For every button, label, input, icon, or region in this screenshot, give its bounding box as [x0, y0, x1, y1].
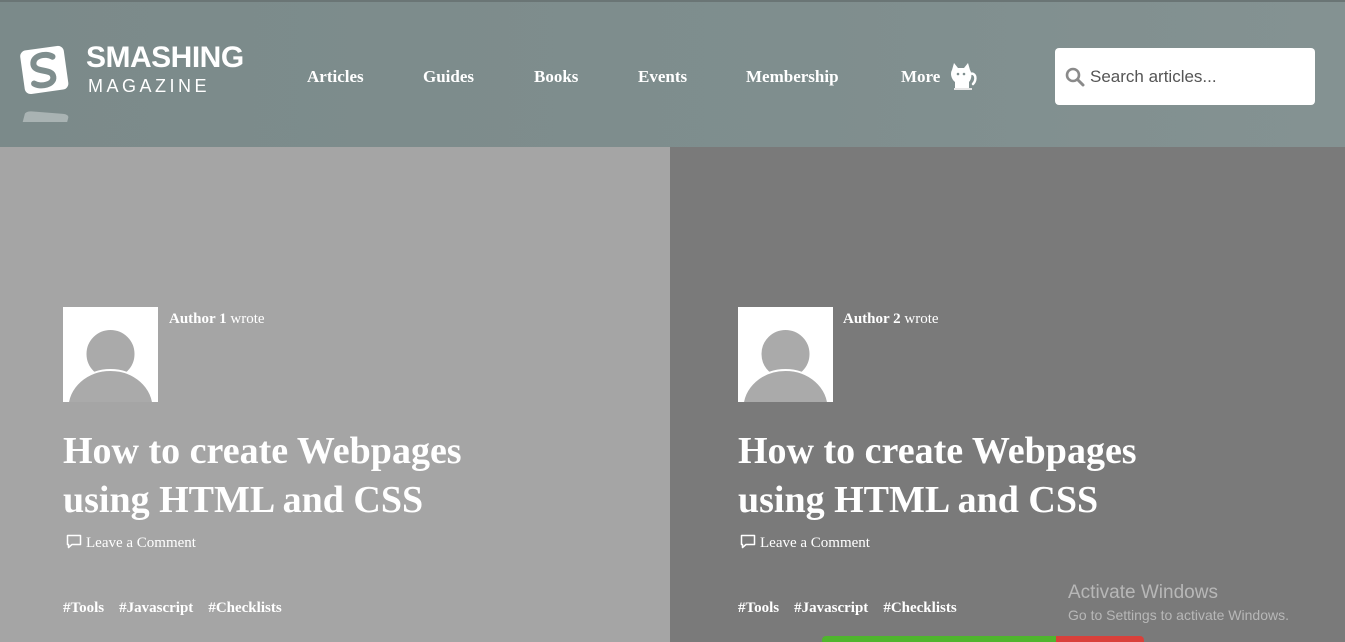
tag-checklists[interactable]: #Checklists [208, 600, 281, 616]
tag-list: #Tools #Javascript #Checklists [63, 599, 293, 617]
author-wrote: wrote [904, 311, 939, 327]
search-input[interactable] [1090, 48, 1310, 105]
tag-javascript[interactable]: #Javascript [794, 600, 868, 616]
logo-wordmark-bottom: MAGAZINE [88, 76, 211, 96]
author-line: Author 2 wrote [843, 311, 939, 328]
search-icon [1065, 67, 1085, 87]
leave-comment-link[interactable]: Leave a Comment [66, 534, 196, 552]
nav-item-events[interactable]: Events [638, 66, 687, 88]
activate-windows-title: Activate Windows [1068, 582, 1218, 603]
search-box[interactable] [1055, 48, 1315, 105]
tag-checklists[interactable]: #Checklists [883, 600, 956, 616]
site-header: SMASHING MAGAZINE Articles Guides Books … [0, 0, 1345, 147]
article-title[interactable]: How to create Webpages using HTML and CS… [738, 427, 1208, 525]
avatar-placeholder-icon [742, 328, 829, 402]
bottom-banner-green[interactable] [822, 636, 1056, 642]
smashing-logo-icon [20, 45, 69, 122]
nav-item-more[interactable]: More [901, 66, 940, 88]
author-avatar [63, 307, 158, 402]
site-logo[interactable]: SMASHING MAGAZINE [18, 42, 258, 122]
bottom-banner-red[interactable] [1056, 636, 1144, 642]
comment-label: Leave a Comment [760, 535, 870, 551]
author-line: Author 1 wrote [169, 311, 265, 328]
nav-item-books[interactable]: Books [534, 66, 578, 88]
article-card[interactable]: Author 2 wrote How to create Webpages us… [670, 147, 1345, 642]
author-name[interactable]: Author 2 [843, 311, 901, 327]
tag-tools[interactable]: #Tools [738, 600, 779, 616]
article-title[interactable]: How to create Webpages using HTML and CS… [63, 427, 533, 525]
author-wrote: wrote [230, 311, 265, 327]
logo-wordmark-top: SMASHING [86, 41, 244, 74]
nav-item-articles[interactable]: Articles [307, 66, 364, 88]
tag-tools[interactable]: #Tools [63, 600, 104, 616]
nav-item-membership[interactable]: Membership [746, 66, 839, 88]
cat-mascot-icon[interactable] [946, 60, 978, 92]
avatar-placeholder-icon [67, 328, 154, 402]
author-name[interactable]: Author 1 [169, 311, 227, 327]
activate-windows-subtitle: Go to Settings to activate Windows. [1068, 607, 1289, 623]
leave-comment-link[interactable]: Leave a Comment [740, 534, 870, 552]
comment-icon [66, 534, 82, 549]
tag-list: #Tools #Javascript #Checklists [738, 599, 968, 617]
author-avatar [738, 307, 833, 402]
tag-javascript[interactable]: #Javascript [119, 600, 193, 616]
page: SMASHING MAGAZINE Articles Guides Books … [0, 0, 1345, 642]
comment-icon [740, 534, 756, 549]
nav-item-guides[interactable]: Guides [423, 66, 474, 88]
comment-label: Leave a Comment [86, 535, 196, 551]
article-card[interactable]: Author 1 wrote How to create Webpages us… [0, 147, 670, 642]
